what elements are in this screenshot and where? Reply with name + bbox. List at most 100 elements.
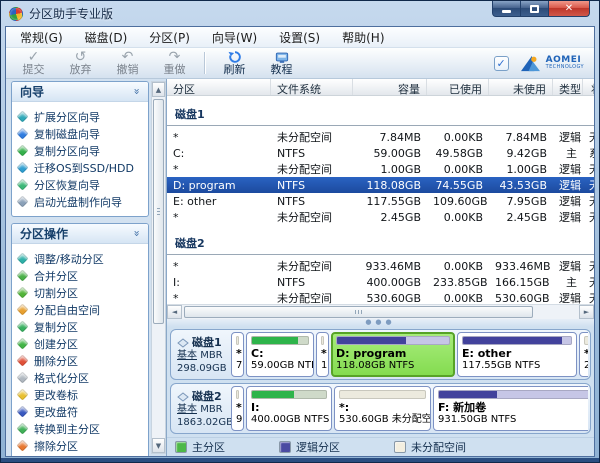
- block-size: 59.00GB NTFS: [251, 360, 309, 372]
- menu-item[interactable]: 常规(G): [12, 27, 71, 48]
- refresh-button[interactable]: 刷新: [211, 49, 258, 77]
- discard-button[interactable]: ↺ 放弃: [57, 49, 104, 77]
- cell-partition: *: [167, 292, 271, 305]
- sidebar-item[interactable]: 转换到主分区: [18, 420, 146, 437]
- block-size: 117.55GB NTFS: [462, 360, 572, 372]
- format-partition-icon: [16, 371, 28, 383]
- cell-partition: C:: [167, 147, 271, 160]
- sidebar-item[interactable]: 隐藏分区: [18, 454, 146, 456]
- cell-unused: 933.46MB: [489, 260, 553, 273]
- partition-block[interactable]: C:59.00GB NTFS: [246, 332, 314, 377]
- unallocated-block[interactable]: *933.46MB: [231, 386, 244, 431]
- sidebar-item[interactable]: 合并分区: [18, 267, 146, 284]
- commit-button[interactable]: ✓ 提交: [10, 49, 57, 77]
- sidebar-item[interactable]: 删除分区: [18, 352, 146, 369]
- scroll-up-icon[interactable]: ▲: [152, 82, 165, 97]
- scrollbar-thumb[interactable]: [153, 99, 164, 324]
- cell-unused: 2.45GB: [489, 211, 553, 224]
- tutorial-icon: [275, 50, 289, 64]
- partition-row[interactable]: *未分配空间7.84MB0.00KB7.84MB逻辑无: [167, 129, 594, 145]
- scroll-down-icon[interactable]: ▼: [152, 438, 165, 453]
- sidebar-item[interactable]: 扩展分区向导: [18, 108, 146, 125]
- column-header-status[interactable]: 状态: [583, 79, 594, 95]
- partition-row[interactable]: *未分配空间530.60GB0.00KB530.60GB逻辑无: [167, 290, 594, 304]
- wipe-partition-icon: [16, 439, 28, 451]
- disk-type-link[interactable]: 基本: [177, 350, 197, 361]
- sidebar-item[interactable]: 复制磁盘向导: [18, 125, 146, 142]
- cell-status: 无: [583, 209, 594, 225]
- partition-row[interactable]: C:NTFS59.00GB49.58GB9.42GB主系统: [167, 145, 594, 161]
- cell-unused: 7.84MB: [489, 131, 553, 144]
- partition-operations-header[interactable]: 分区操作 »: [12, 224, 148, 244]
- partition-row[interactable]: *未分配空间933.46MB0.00KB933.46MB逻辑无: [167, 258, 594, 274]
- legend-swatch: [394, 441, 406, 453]
- sidebar-item[interactable]: 更改盘符: [18, 403, 146, 420]
- cell-type: 逻辑: [553, 129, 583, 145]
- sidebar-item-label: 创建分区: [34, 336, 78, 352]
- tutorial-button[interactable]: 教程: [258, 49, 305, 77]
- sidebar-scrollbar[interactable]: ▲ ▼: [151, 81, 166, 454]
- scroll-right-icon[interactable]: ►: [579, 305, 594, 319]
- cell-type: 逻辑: [553, 161, 583, 177]
- menu-item[interactable]: 磁盘(D): [77, 27, 136, 48]
- sidebar-item[interactable]: 分区恢复向导: [18, 176, 146, 193]
- unallocated-block[interactable]: *1.00GB: [316, 332, 329, 377]
- close-button[interactable]: ✕: [548, 1, 590, 17]
- block-label: *:: [339, 401, 426, 414]
- disk-type-link[interactable]: 基本: [177, 404, 197, 415]
- partition-block[interactable]: F: 新加卷931.50GB NTFS: [433, 386, 588, 431]
- sidebar-item[interactable]: 调整/移动分区: [18, 250, 146, 267]
- partition-block[interactable]: I:400.00GB NTFS: [246, 386, 332, 431]
- copy-partition-icon: [16, 320, 28, 332]
- column-header-type[interactable]: 类型: [553, 79, 583, 95]
- partition-block[interactable]: E: other117.55GB NTFS: [457, 332, 577, 377]
- unallocated-block[interactable]: *2.45GB: [579, 332, 588, 377]
- menu-item[interactable]: 设置(S): [271, 27, 328, 48]
- sidebar-item[interactable]: 复制分区: [18, 318, 146, 335]
- collapse-chevron-icon[interactable]: »: [131, 227, 144, 241]
- undo-button[interactable]: ↶ 撤销: [104, 49, 151, 77]
- sidebar-item[interactable]: 切割分区: [18, 284, 146, 301]
- partition-row[interactable]: E: otherNTFS117.55GB109.60GB7.95GB逻辑无: [167, 193, 594, 209]
- sidebar-item[interactable]: 擦除分区: [18, 437, 146, 454]
- sidebar-section-items: 调整/移动分区合并分区切割分区分配自由空间复制分区创建分区删除分区格式化分区更改…: [12, 244, 148, 456]
- cell-unused: 530.60GB: [489, 292, 553, 305]
- minimize-button[interactable]: [492, 1, 521, 17]
- sidebar-item[interactable]: 迁移OS到SSD/HDD: [18, 159, 146, 176]
- sidebar-item[interactable]: 更改卷标: [18, 386, 146, 403]
- wizards-panel-header[interactable]: 向导 »: [12, 82, 148, 102]
- partition-row[interactable]: I:NTFS400.00GB233.85GB166.15GB主无: [167, 274, 594, 290]
- sidebar-item-label: 启动光盘制作向导: [34, 194, 122, 210]
- unallocated-block[interactable]: *7.84MB: [231, 332, 244, 377]
- collapse-chevron-icon[interactable]: »: [131, 85, 144, 99]
- scroll-left-icon[interactable]: ◄: [167, 305, 182, 319]
- menu-item[interactable]: 向导(W): [204, 27, 265, 48]
- partition-row[interactable]: D: programNTFS118.08GB74.55GB43.53GB逻辑无: [167, 177, 594, 193]
- sidebar-item[interactable]: 启动光盘制作向导: [18, 193, 146, 210]
- sidebar-item[interactable]: 创建分区: [18, 335, 146, 352]
- panel-splitter[interactable]: ●●●: [167, 319, 594, 327]
- column-header-filesystem[interactable]: 文件系统: [271, 79, 353, 95]
- table-horizontal-scrollbar[interactable]: ◄ ►: [167, 304, 594, 319]
- unallocated-block[interactable]: *:530.60GB 未分配空间: [334, 386, 431, 431]
- maximize-button[interactable]: [521, 1, 548, 17]
- menu-item[interactable]: 分区(P): [141, 27, 198, 48]
- column-header-capacity[interactable]: 容量: [353, 79, 427, 95]
- sidebar: 向导 » 扩展分区向导复制磁盘向导复制分区向导迁移OS到SSD/HDD分区恢复向…: [11, 81, 149, 456]
- redo-button[interactable]: ↷ 重做: [151, 49, 198, 77]
- column-header-unused[interactable]: 未使用: [489, 79, 553, 95]
- column-header-used[interactable]: 已使用: [427, 79, 489, 95]
- scrollbar-thumb[interactable]: [184, 306, 533, 318]
- sidebar-item-label: 更改卷标: [34, 387, 78, 403]
- partition-row[interactable]: *未分配空间2.45GB0.00KB2.45GB逻辑无: [167, 209, 594, 225]
- sidebar-item[interactable]: 分配自由空间: [18, 301, 146, 318]
- aomei-logo: AOMEI TECHNOLOGY: [519, 54, 584, 73]
- partition-row[interactable]: *未分配空间1.00GB0.00KB1.00GB逻辑无: [167, 161, 594, 177]
- partition-block[interactable]: D: program118.08GB NTFS: [331, 332, 455, 377]
- column-header-partition[interactable]: 分区: [167, 79, 271, 95]
- sidebar-item[interactable]: 格式化分区: [18, 369, 146, 386]
- legend-item: 未分配空间: [394, 439, 466, 455]
- menu-item[interactable]: 帮助(H): [334, 27, 392, 48]
- sidebar-item[interactable]: 复制分区向导: [18, 142, 146, 159]
- update-checkbox-icon[interactable]: ✓: [494, 56, 509, 71]
